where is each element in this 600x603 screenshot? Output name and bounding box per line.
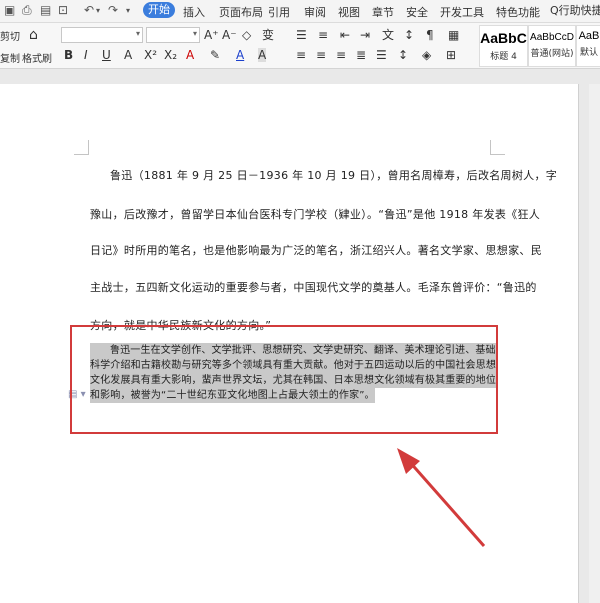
decrease-indent-icon[interactable]: ⇤ (340, 28, 350, 42)
copy-button[interactable]: 复制 (0, 50, 20, 65)
line-spacing-icon[interactable]: ↕ (398, 48, 408, 62)
ribbon-toolbar: 剪切 复制 ⌂ 格式刷 ▾ ▾ A⁺ A⁻ ◇ 变 B I U A X² X₂ … (0, 23, 600, 69)
tab-page-layout[interactable]: 页面布局 (219, 4, 263, 20)
distribute-icon[interactable]: ☰ (376, 48, 387, 62)
text-effect-icon[interactable]: A (186, 48, 194, 62)
style-name: 标题 4 (490, 52, 517, 62)
tab-home[interactable]: 开始 (143, 2, 175, 18)
table-borders-icon[interactable]: ⊞ (446, 48, 456, 62)
style-sample: AaB (578, 30, 600, 42)
align-right-icon[interactable]: ≡ (336, 48, 346, 62)
font-size-select[interactable]: ▾ (146, 27, 200, 43)
text-line: 鲁迅（1881 年 9 月 25 日－1936 年 10 月 19 日），曾用名… (110, 169, 558, 182)
font-color-icon[interactable]: A (236, 48, 244, 62)
style-sample: AaBbC (480, 30, 527, 46)
tab-view[interactable]: 视图 (338, 4, 360, 20)
format-painter-icon[interactable]: ⌂ (29, 28, 38, 42)
style-normal-web[interactable]: AaBbCcD 普通(网站) (528, 25, 576, 67)
quick-access-more-icon[interactable]: ▾ (126, 6, 130, 15)
bullet-list-icon[interactable]: ☰ (296, 28, 307, 42)
phonetic-icon[interactable]: 变 (262, 28, 274, 42)
clear-format-icon[interactable]: ◇ (242, 28, 251, 42)
style-default[interactable]: AaB 默认 (576, 25, 600, 67)
shading-icon[interactable]: ◈ (422, 48, 431, 62)
italic-icon[interactable]: I (84, 48, 88, 62)
superscript-icon[interactable]: X² (144, 48, 157, 62)
increase-indent-icon[interactable]: ⇥ (360, 28, 370, 42)
style-heading4[interactable]: AaBbC 标题 4 (479, 25, 528, 67)
tab-special[interactable]: 特色功能 (496, 4, 540, 20)
menu-bar: ▣ ⎙ ▤ ⊡ ↶ ▾ ↷ ▾ 开始 插入 页面布局 引用 审阅 视图 章节 安… (0, 0, 600, 23)
style-name: 默认 (579, 48, 598, 58)
bold-icon[interactable]: B (64, 48, 73, 62)
show-marks-icon[interactable]: ¶ (426, 28, 434, 42)
text-line: 豫山，后改豫才，曾留学日本仙台医科专门学校（肄业）。“鲁迅”是他 1918 年发… (90, 208, 541, 221)
format-painter-button[interactable]: 格式刷 (22, 50, 52, 65)
tab-section[interactable]: 章节 (372, 4, 394, 20)
style-sample: AaBbCcD (530, 32, 574, 43)
numbered-list-icon[interactable]: ≡ (318, 28, 328, 42)
cut-button[interactable]: 剪切 (0, 28, 20, 43)
search-input[interactable]: Q行助快捷 (550, 2, 600, 18)
export-icon[interactable]: ⊡ (58, 3, 68, 17)
text-line: 日记》时所用的笔名，也是他影响最为广泛的笔名，浙江绍兴人。著名文学家、思想家、民 (90, 244, 542, 257)
underline-icon[interactable]: U (102, 48, 111, 62)
print-icon[interactable]: ⎙ (22, 3, 32, 18)
highlight-icon[interactable]: ✎ (210, 48, 220, 62)
tab-references[interactable]: 引用 (268, 4, 290, 20)
style-name: 普通(网站) (530, 49, 574, 59)
tab-security[interactable]: 安全 (406, 4, 428, 20)
font-grow-icon[interactable]: A⁺ (204, 28, 219, 42)
annotation-box (70, 325, 498, 434)
tab-developer[interactable]: 开发工具 (440, 4, 484, 20)
subscript-icon[interactable]: X₂ (164, 48, 177, 62)
print-preview-icon[interactable]: ▤ (40, 3, 51, 17)
text-line: 主战士，五四新文化运动的重要参与者，中国现代文学的奠基人。毛泽东曾评价：“鲁迅的 (90, 281, 537, 294)
vertical-scrollbar[interactable] (589, 84, 600, 603)
undo-icon[interactable]: ↶ (84, 3, 94, 17)
tab-review[interactable]: 审阅 (304, 4, 326, 20)
borders-icon[interactable]: ▦ (448, 28, 459, 42)
redo-icon[interactable]: ↷ (108, 3, 118, 17)
align-left-icon[interactable]: ≡ (296, 48, 306, 62)
font-family-select[interactable]: ▾ (61, 27, 143, 43)
chinese-layout-icon[interactable]: 文 (382, 28, 394, 42)
sort-icon[interactable]: ↕ (404, 28, 414, 42)
char-shading-icon[interactable]: A (258, 48, 267, 62)
undo-dropdown-icon[interactable]: ▾ (96, 6, 100, 15)
margin-corner-right (490, 140, 505, 155)
align-center-icon[interactable]: ≡ (316, 48, 326, 62)
tab-insert[interactable]: 插入 (183, 4, 205, 20)
save-icon[interactable]: ▣ (4, 3, 15, 17)
strikethrough-icon[interactable]: A (124, 48, 132, 62)
justify-icon[interactable]: ≣ (356, 48, 366, 62)
margin-corner-left (74, 140, 89, 155)
font-shrink-icon[interactable]: A⁻ (222, 28, 237, 42)
